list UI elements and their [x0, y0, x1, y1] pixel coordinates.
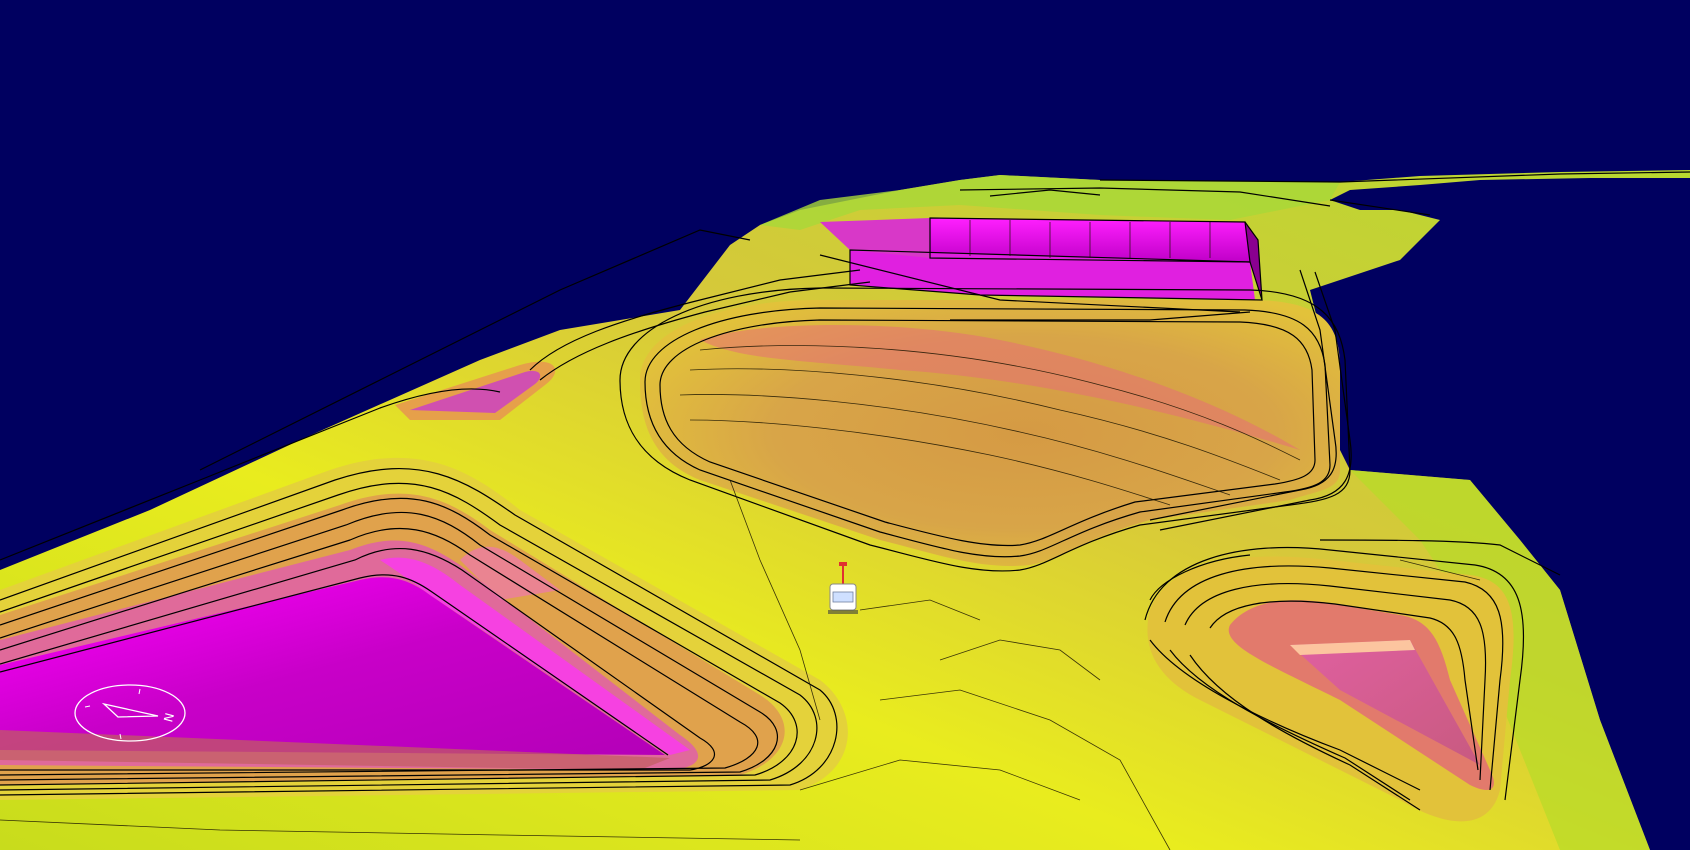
3d-viewport[interactable]: N: [0, 0, 1690, 850]
vehicle-mast-top: [839, 562, 847, 566]
vehicle-cab: [832, 591, 854, 603]
terrain-scene[interactable]: N: [0, 0, 1690, 850]
vehicle-shadow: [828, 610, 858, 614]
